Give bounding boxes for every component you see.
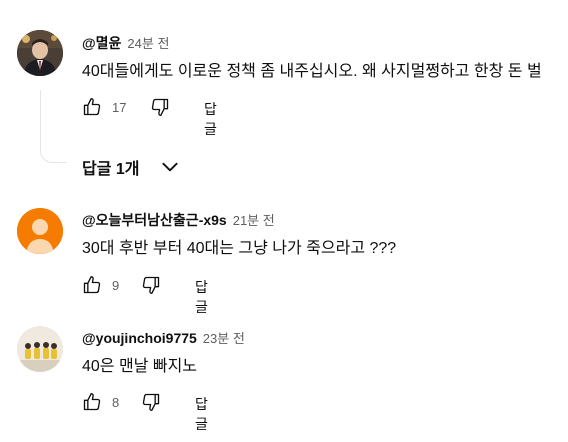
- like-count: 8: [112, 395, 120, 410]
- comment-header: @멸윤 24분 전: [82, 34, 169, 53]
- reply-button[interactable]: 답글: [204, 99, 217, 139]
- avatar[interactable]: [17, 30, 63, 76]
- comment-time[interactable]: 21분 전: [233, 213, 275, 228]
- comment-text: 30대 후반 부터 40대는 그냥 나가 죽으라고 ???: [82, 240, 397, 257]
- thumbs-down-icon[interactable]: [141, 275, 161, 295]
- replies-count-label: 답글 1개: [82, 161, 140, 178]
- bottom-spacer: [0, 432, 568, 442]
- show-replies-button[interactable]: 답글 1개: [82, 155, 178, 179]
- default-orange-avatar-icon: [17, 208, 63, 254]
- author-name[interactable]: @멸윤: [82, 35, 121, 51]
- comment-text: 40은 맨날 빠지노: [82, 358, 198, 375]
- user-photo-avatar-icon: [17, 30, 63, 76]
- thumbs-up-icon[interactable]: [82, 97, 102, 117]
- author-name[interactable]: @오늘부터남산출근-x9s: [82, 212, 227, 228]
- thread-connector: [40, 90, 67, 163]
- comment-header: @youjinchoi9775 23분 전: [82, 329, 245, 348]
- like-count: 9: [112, 278, 120, 293]
- chevron-down-icon: [162, 162, 178, 172]
- thumbs-up-icon[interactable]: [82, 275, 102, 295]
- reply-button[interactable]: 답글: [195, 277, 208, 317]
- author-name[interactable]: @youjinchoi9775: [82, 330, 197, 346]
- comment-text: 40대들에게도 이로운 정책 좀 내주십시오. 왜 사지멀쩡하고 한창 돈 벌: [82, 63, 542, 80]
- avatar[interactable]: [17, 326, 63, 372]
- comment-time[interactable]: 23분 전: [203, 331, 245, 346]
- like-count: 17: [112, 100, 127, 115]
- thumbs-up-icon[interactable]: [82, 392, 102, 412]
- comment-time[interactable]: 24분 전: [127, 36, 169, 51]
- group-photo-avatar-icon: [17, 326, 63, 372]
- comment-header: @오늘부터남산출근-x9s 21분 전: [82, 211, 275, 230]
- avatar[interactable]: [17, 208, 63, 254]
- thumbs-down-icon[interactable]: [141, 392, 161, 412]
- thumbs-down-icon[interactable]: [150, 97, 170, 117]
- reply-button[interactable]: 답글: [195, 394, 208, 434]
